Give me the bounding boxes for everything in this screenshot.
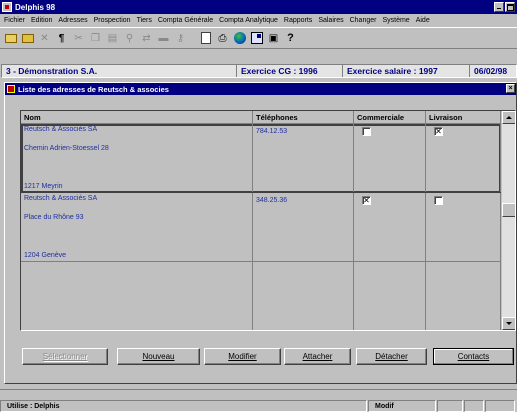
commercial-checkbox[interactable]: ✕ [362,196,371,205]
delivery-checkbox[interactable] [434,196,443,205]
status-panel [485,400,515,412]
status-user: Utilise : Delphis [0,400,367,412]
menu-fichier[interactable]: Fichier [2,17,29,24]
app-icon[interactable] [2,2,12,12]
select-button[interactable]: Sélectionner [22,348,108,365]
scroll-up-button[interactable] [502,111,515,124]
commercial-cell: ✕ [354,193,426,261]
address-name: Reutsch & Associés SA [24,195,98,202]
copy-icon[interactable]: ❐ [88,31,103,46]
grid-header: Nom Téléphones Commerciale Livraison [21,111,501,124]
address-street: Place du Rhône 93 [24,213,84,221]
action-button-row: Sélectionner Nouveau Modifier Attacher D… [5,345,517,369]
column-header-phones[interactable]: Téléphones [253,111,354,124]
column-header-name[interactable]: Nom [21,111,253,124]
edit-document-icon[interactable] [249,31,264,46]
empty-grid-area [21,262,501,330]
minimize-button[interactable] [494,2,504,12]
status-mode: Modif [368,400,436,412]
vertical-scrollbar[interactable] [501,111,515,330]
open-folder-icon[interactable] [3,31,18,46]
menu-rapports[interactable]: Rapports [282,17,316,24]
delivery-cell: ✕ [426,124,501,192]
menu-changer[interactable]: Changer [348,17,381,24]
close-child-icon[interactable]: × [506,84,515,93]
delete-icon[interactable]: ▬ [156,31,171,46]
scroll-down-button[interactable] [502,317,515,330]
menu-edition[interactable]: Edition [29,17,56,24]
address-city: 1204 Genève [24,251,67,259]
printer-icon[interactable]: ⎙ [215,31,230,46]
cut-x-icon[interactable]: ✕ [37,31,52,46]
company-name: 3 - Démonstration S.A. [2,65,237,77]
folder-icon[interactable] [20,31,35,46]
status-panel [464,400,484,412]
menu-compta-analytique[interactable]: Compta Analytique [217,17,282,24]
address-name: Reutsch & Associés SA [24,126,98,133]
commercial-cell [354,124,426,192]
attach-button[interactable]: Attacher [284,348,351,365]
menu-systeme[interactable]: Système [380,17,413,24]
current-date: 06/02/98 [474,66,508,76]
name-cell: Reutsch & Associés SA Chemin Adrien-Stoe… [21,124,253,192]
paragraph-icon[interactable]: ¶ [54,31,69,46]
grid-rows: Reutsch & Associés SA Chemin Adrien-Stoe… [21,124,501,330]
phone-cell: 348.25.36 [253,193,354,261]
menu-compta-generale[interactable]: Compta Générale [156,17,217,24]
status-bar: Utilise : Delphis Modif [0,400,517,412]
modify-button[interactable]: Modifier [204,348,281,365]
child-title: Liste des adresses de Reutsch & associes [18,84,169,94]
address-grid: Nom Téléphones Commerciale Livraison Reu… [20,110,516,331]
address-street: Chemin Adrien-Stoessel 28 [24,144,109,152]
window-controls [494,2,515,12]
column-header-commercial[interactable]: Commerciale [354,111,426,124]
toolbar: ✕ ¶ ✂ ❐ ▤ ⚲ ⇄ ▬ ⚷ ⎙ ▣ ? [0,27,517,49]
key-icon[interactable]: ⚷ [173,31,188,46]
status-panel [437,400,463,412]
new-button[interactable]: Nouveau [117,348,200,365]
find-icon[interactable]: ⚲ [122,31,137,46]
table-row[interactable]: Reutsch & Associés SA Place du Rhône 93 … [21,193,501,262]
commercial-checkbox[interactable] [362,127,371,136]
menu-salaires[interactable]: Salaires [316,17,347,24]
globe-icon[interactable] [232,31,247,46]
detach-button[interactable]: Détacher [356,348,427,365]
maximize-button[interactable] [505,2,515,12]
app-titlebar: Delphis 98 [0,0,517,14]
contacts-button[interactable]: Contacts [433,348,514,365]
help-icon[interactable]: ? [283,31,298,46]
menu-prospection[interactable]: Prospection [92,17,135,24]
document-icon[interactable] [198,31,213,46]
delivery-cell [426,193,501,261]
replace-icon[interactable]: ⇄ [139,31,154,46]
scissors-icon[interactable]: ✂ [71,31,86,46]
print-icon[interactable]: ▣ [266,31,281,46]
menu-adresses[interactable]: Adresses [56,17,91,24]
menu-tiers[interactable]: Tiers [135,17,156,24]
scroll-thumb[interactable] [502,203,515,217]
column-header-delivery[interactable]: Livraison [426,111,501,124]
child-window-icon[interactable] [7,85,15,93]
address-list-window: Liste des adresses de Reutsch & associes… [4,82,517,384]
app-title: Delphis 98 [15,2,56,12]
delivery-checkbox[interactable]: ✕ [434,127,443,136]
address-phone: 784.12.53 [256,128,288,135]
address-phone: 348.25.36 [256,197,288,204]
name-cell: Reutsch & Associés SA Place du Rhône 93 … [21,193,253,261]
context-info-bar: 3 - Démonstration S.A. Exercice CG : 199… [1,64,517,78]
status-separator [0,389,517,390]
table-row[interactable]: Reutsch & Associés SA Chemin Adrien-Stoe… [21,124,501,193]
exercise-salary: Exercice salaire : 1997 [343,65,470,77]
child-titlebar: Liste des adresses de Reutsch & associes… [5,83,516,95]
phone-cell: 784.12.53 [253,124,354,192]
menu-bar: Fichier Edition Adresses Prospection Tie… [0,14,517,27]
menu-aide[interactable]: Aide [414,17,434,24]
address-city: 1217 Meyrin [24,182,63,190]
paste-icon[interactable]: ▤ [105,31,120,46]
exercise-cg: Exercice CG : 1996 [237,65,343,77]
toolbar-separator [190,31,196,46]
